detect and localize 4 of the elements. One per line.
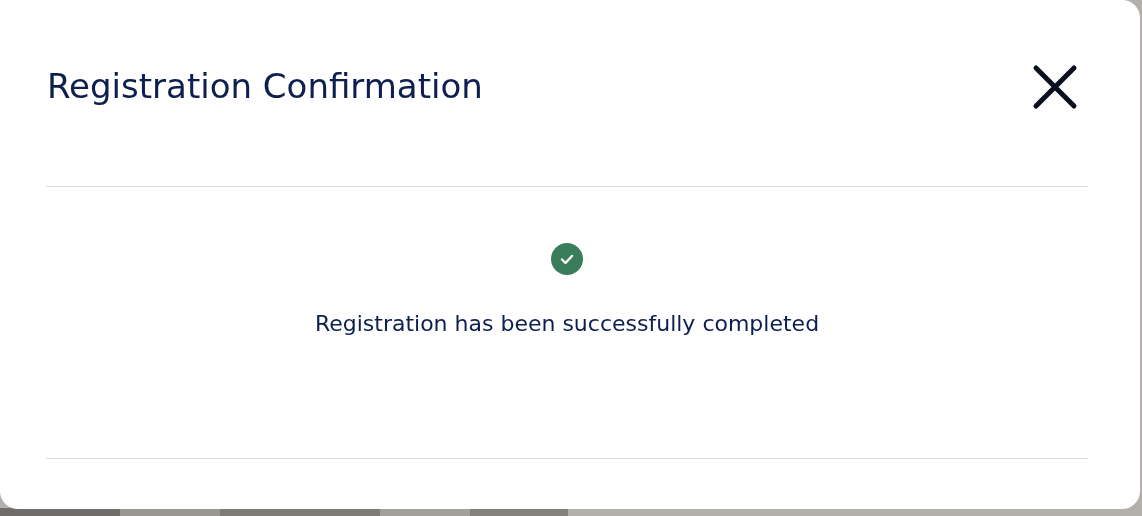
success-check-icon [551,243,583,275]
success-message: Registration has been successfully completed [314,311,820,336]
dialog-title: Registration Confirmation [47,66,483,106]
close-button[interactable] [1032,64,1078,110]
